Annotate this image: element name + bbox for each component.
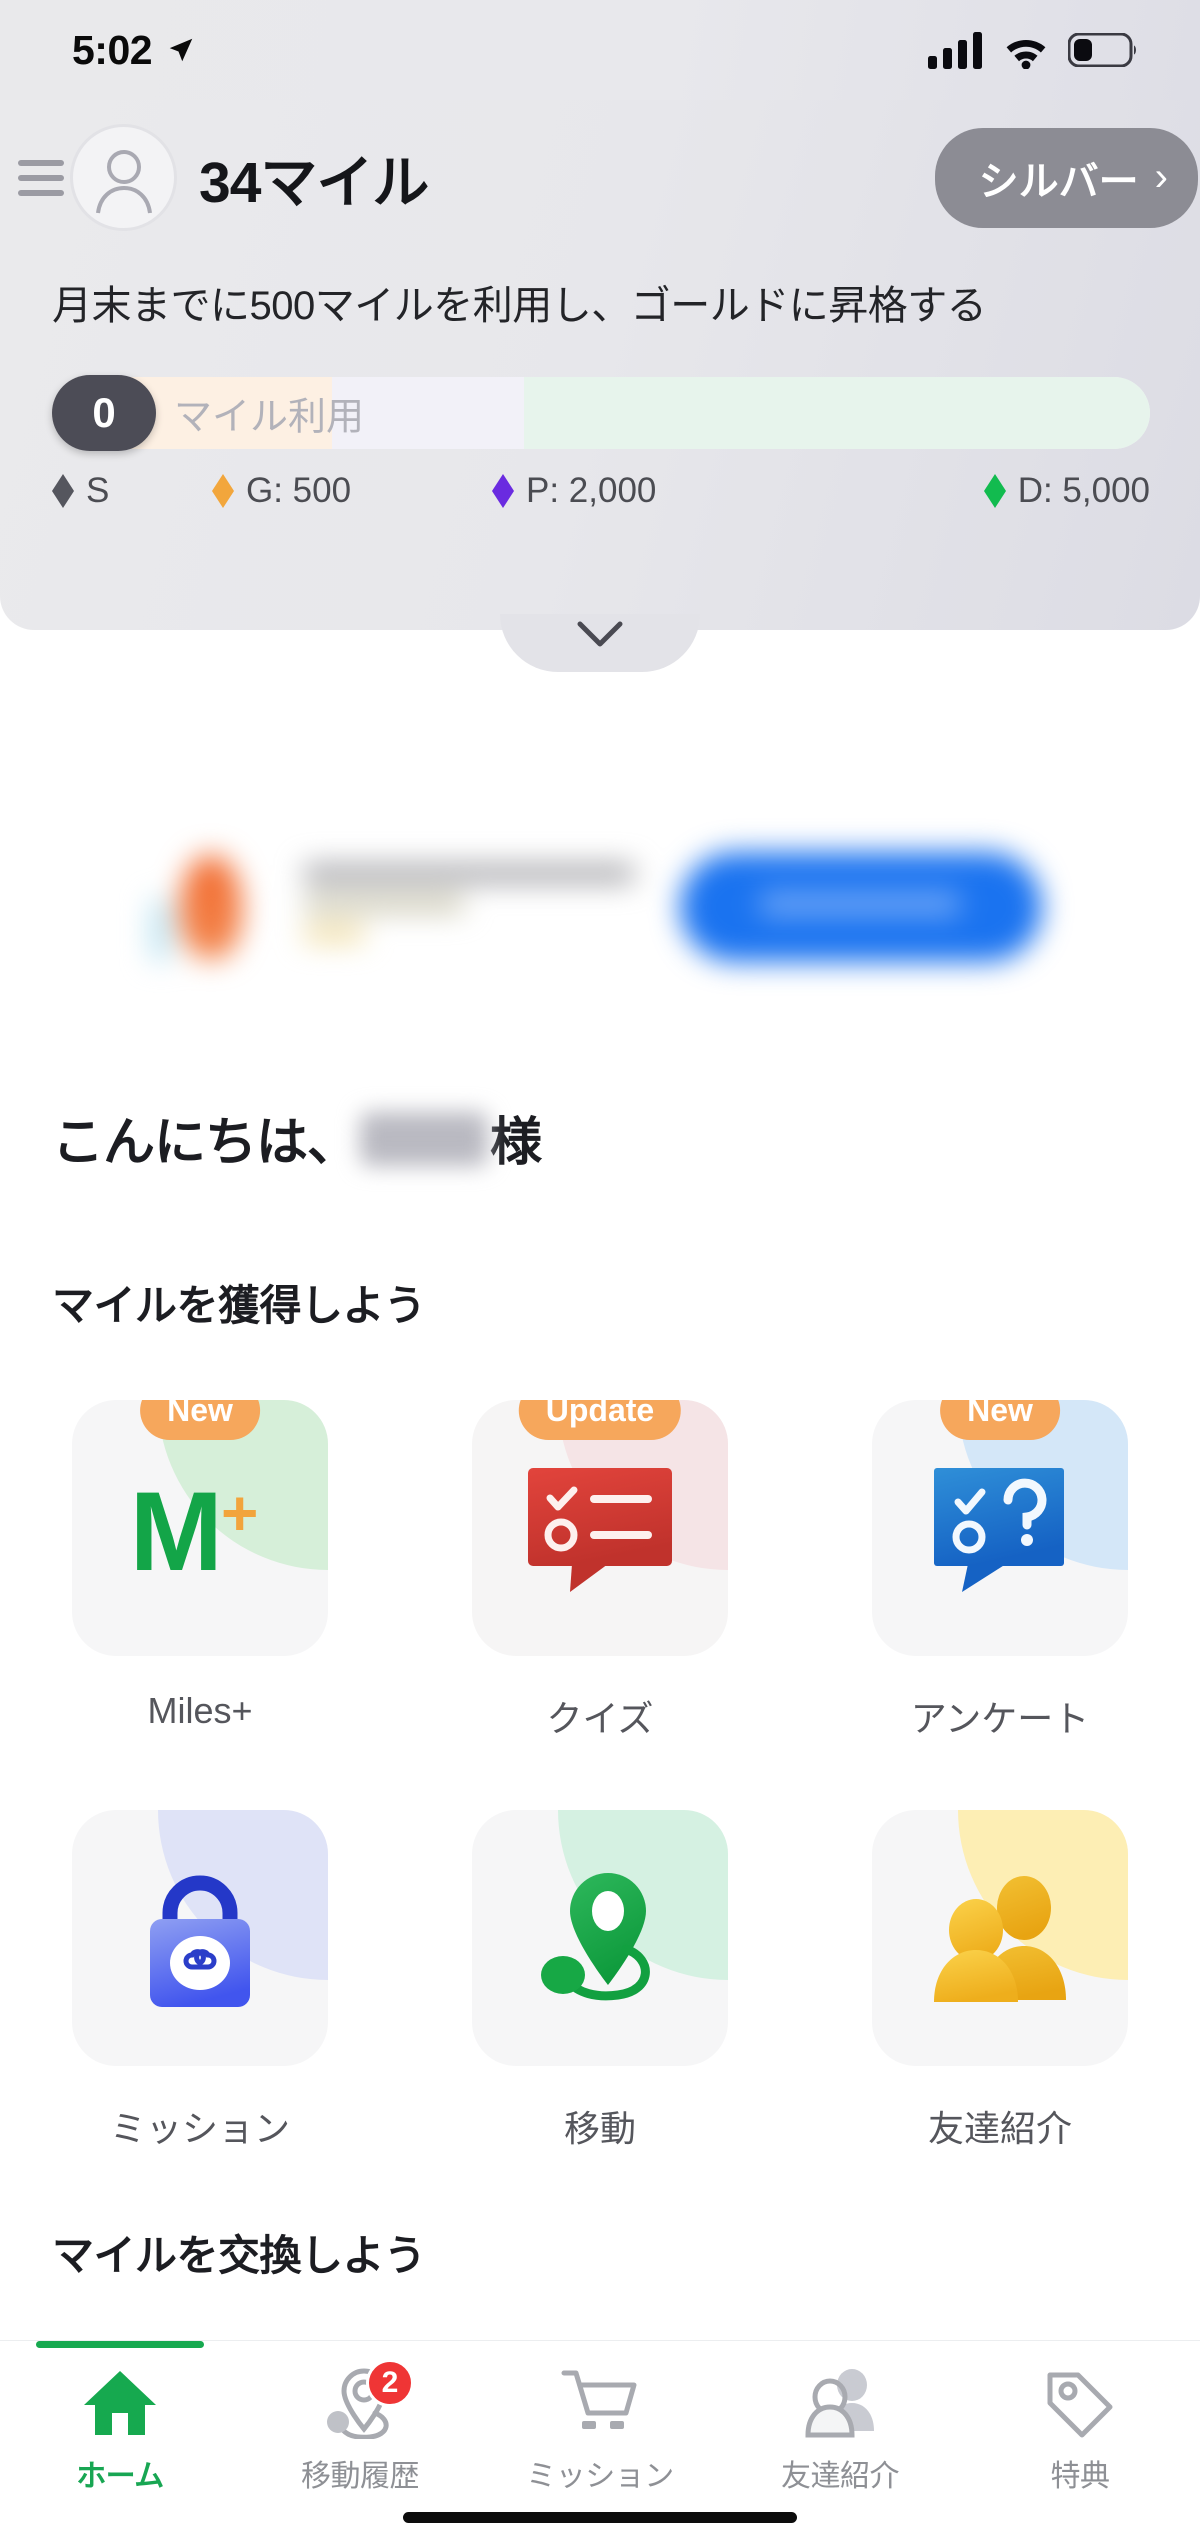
tier-legend-item-g: G: 500 (212, 471, 492, 511)
nav-label: 友達紹介 (781, 2460, 900, 2493)
promo-banner-text (304, 865, 634, 955)
greeting-prefix: こんにちは、 (52, 1114, 359, 1172)
nav-item-home[interactable]: ホーム (0, 2341, 240, 2495)
earn-card-label: 友達紹介 (927, 2108, 1072, 2149)
promo-banner-image (140, 855, 270, 965)
diamond-icon (492, 474, 514, 508)
home-icon (82, 2365, 158, 2441)
status-bar-left: 5:02 (72, 27, 196, 74)
diamond-icon (52, 474, 74, 508)
tier-legend-item-d: D: 5,000 (983, 471, 1150, 511)
exchange-section-title: マイルを交換しよう (52, 2232, 426, 2279)
earn-card-quiz[interactable]: Update クイズ (400, 1400, 800, 1742)
tag-icon (1042, 2365, 1118, 2441)
earn-card-label: Miles+ (147, 1690, 253, 1731)
earn-cards-row-2: ミッション 移動 友達紹介 (0, 1810, 1200, 2152)
earn-card-label: クイズ (546, 1698, 654, 1739)
location-arrow-icon (169, 38, 193, 62)
earn-card-label: アンケート (910, 1698, 1090, 1739)
diamond-icon (212, 474, 234, 508)
hamburger-menu-icon[interactable] (18, 159, 64, 196)
nav-label: ミッション (526, 2460, 674, 2493)
user-greeting: こんにちは、 様 (52, 1100, 542, 1175)
earn-section-title: マイルを獲得しよう (52, 1282, 426, 1329)
promo-banner-cta-label (760, 892, 960, 916)
chevron-right-icon: › (1154, 155, 1168, 199)
earn-card-miles-plus[interactable]: New M + Miles+ (0, 1400, 400, 1742)
battery-low-icon (1068, 33, 1136, 67)
user-avatar-icon[interactable] (70, 124, 177, 231)
nav-item-rewards[interactable]: 特典 (960, 2365, 1200, 2495)
earn-card-survey[interactable]: New アンケート (800, 1400, 1200, 1742)
status-bar-right (928, 31, 1138, 69)
earn-card-referral[interactable]: 友達紹介 (800, 1810, 1200, 2152)
miles-balance-title: 34マイル (199, 150, 429, 215)
card-badge: Update (518, 1400, 682, 1440)
tier-legend-label: G: 500 (246, 471, 352, 510)
nav-label: ホーム (76, 2460, 164, 2493)
active-tab-indicator (36, 2341, 204, 2348)
two-people-icon (872, 1810, 1128, 2066)
route-pin-icon: 2 (320, 2359, 414, 2441)
earn-card-mission[interactable]: ミッション (0, 1810, 400, 2152)
tier-status-label: シルバー (978, 159, 1139, 204)
mileage-header-card: 34マイル シルバー › 月末までに500マイルを利用し、ゴールドに昇格する 0… (0, 100, 1200, 630)
nav-label: 特典 (1050, 2460, 1111, 2493)
nav-item-referral[interactable]: 友達紹介 (720, 2365, 960, 2495)
diamond-icon (983, 474, 1006, 508)
header-collapse-button[interactable] (500, 614, 700, 672)
tier-legend-item-p: P: 2,000 (492, 471, 984, 511)
earn-card-label: ミッション (109, 2108, 290, 2149)
nav-item-travel-history[interactable]: 2 移動履歴 (240, 2359, 480, 2495)
people-icon (800, 2365, 880, 2441)
earn-card-move[interactable]: 移動 (400, 1810, 800, 2152)
tier-upgrade-message: 月末までに500マイルを利用し、ゴールドに昇格する (52, 284, 987, 328)
tier-legend-item-s: S (52, 471, 212, 511)
header-top-row: 34マイル シルバー › (0, 100, 1200, 231)
nav-label: 移動履歴 (301, 2460, 420, 2493)
tier-legend-label: S (86, 471, 110, 510)
progress-segment-platinum (524, 377, 1150, 449)
greeting-suffix: 様 (490, 1114, 542, 1172)
shopping-cart-icon (560, 2365, 640, 2441)
user-name-redacted (360, 1112, 489, 1166)
tier-legend: S G: 500 P: 2,000 D: 5,000 (52, 471, 1150, 511)
earn-cards-row-1: New M + Miles+ Update クイズ New アンケート (0, 1400, 1200, 1742)
status-bar-clock: 5:02 (72, 26, 153, 73)
chevron-down-icon (577, 621, 623, 647)
progress-current-value: 0 (52, 375, 156, 451)
tier-status-button[interactable]: シルバー › (934, 127, 1198, 228)
card-badge: New (140, 1400, 260, 1440)
earn-card-label: 移動 (563, 2108, 636, 2149)
status-bar: 5:02 (0, 0, 1200, 100)
home-indicator (403, 2512, 797, 2523)
card-badge: New (940, 1400, 1060, 1440)
cellular-signal-icon (928, 32, 982, 69)
tier-legend-label: D: 5,000 (1017, 471, 1150, 510)
tier-legend-label: P: 2,000 (526, 471, 657, 510)
nav-badge-count: 2 (366, 2359, 414, 2407)
shopping-bag-icon (72, 1810, 328, 2066)
promo-banner[interactable] (0, 820, 1200, 1000)
location-route-icon (472, 1810, 728, 2066)
nav-item-mission[interactable]: ミッション (480, 2365, 720, 2495)
wifi-icon (1006, 40, 1046, 69)
mileage-progress-bar[interactable]: 0 マイル利用 (52, 375, 1150, 451)
progress-label: マイル利用 (174, 396, 365, 439)
